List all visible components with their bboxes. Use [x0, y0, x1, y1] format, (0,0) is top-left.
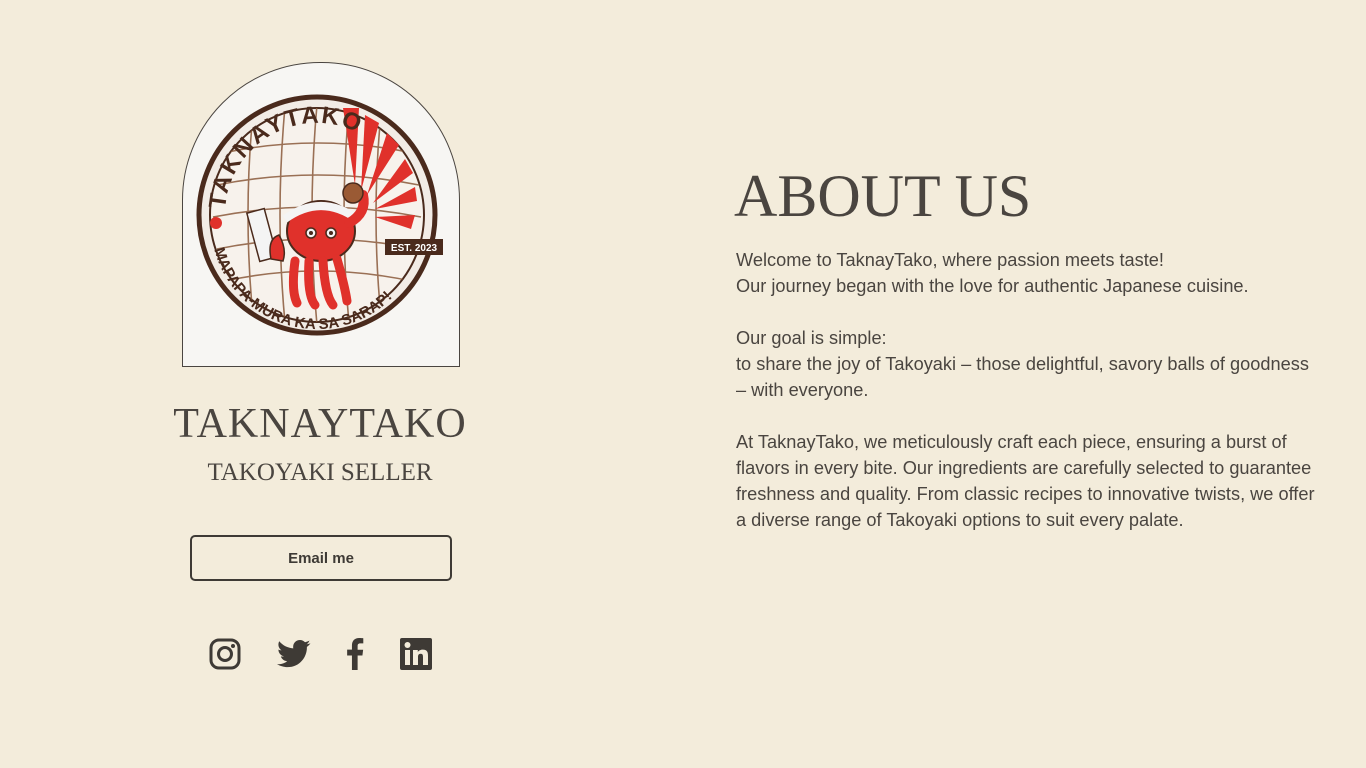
brand-title: TAKNAYTAKO [173, 401, 467, 447]
brand-subtitle: TAKOYAKI SELLER [207, 459, 433, 486]
logo-frame: EST. 2023 TAKNAYTAKO MAPAPA-MURA KA SA S… [182, 62, 460, 367]
about-line: At TaknayTako, we meticulously craft eac… [736, 432, 1315, 530]
about-paragraph: Our goal is simple: to share the joy of … [736, 325, 1316, 403]
about-heading: ABOUT US [734, 163, 1032, 229]
about-line: Our journey began with the love for auth… [736, 276, 1249, 296]
social-links [0, 636, 640, 672]
taknaytako-logo: EST. 2023 TAKNAYTAKO MAPAPA-MURA KA SA S… [196, 94, 443, 336]
about-paragraph: Welcome to TaknayTako, where passion mee… [736, 247, 1316, 299]
twitter-link[interactable] [276, 636, 312, 672]
svg-text:EST. 2023: EST. 2023 [391, 243, 438, 254]
about-line: to share the joy of Takoyaki – those del… [736, 354, 1309, 400]
facebook-link[interactable] [337, 636, 373, 672]
email-me-button[interactable]: Email me [190, 535, 452, 581]
twitter-icon [277, 639, 311, 668]
about-line: Welcome to TaknayTako, where passion mee… [736, 250, 1164, 270]
facebook-icon [347, 638, 364, 670]
about-line: Our goal is simple: [736, 328, 887, 348]
profile-panel: EST. 2023 TAKNAYTAKO MAPAPA-MURA KA SA S… [0, 0, 640, 768]
instagram-icon [209, 638, 241, 670]
instagram-link[interactable] [207, 636, 243, 672]
about-body: Welcome to TaknayTako, where passion mee… [736, 247, 1316, 559]
linkedin-link[interactable] [398, 636, 434, 672]
about-paragraph: At TaknayTako, we meticulously craft eac… [736, 429, 1316, 533]
linkedin-icon [400, 638, 432, 670]
